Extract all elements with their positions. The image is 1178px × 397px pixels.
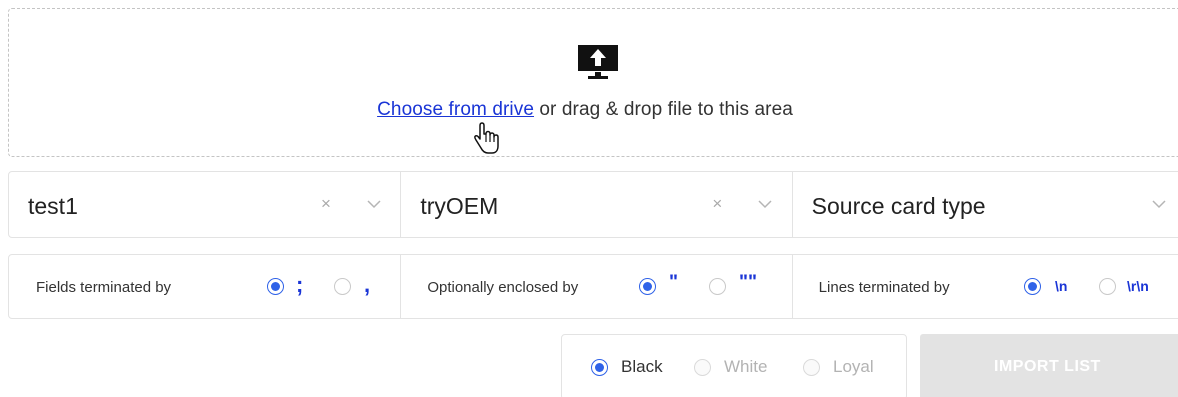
optionally-enclosed-group: Optionally enclosed by — [401, 255, 793, 318]
radio-theme-white — [694, 359, 711, 376]
clear-icon[interactable]: × — [712, 194, 722, 214]
choose-from-drive-link[interactable]: Choose from drive — [377, 99, 534, 120]
lines-terminated-label: Lines terminated by — [818, 279, 950, 296]
select-test-list[interactable]: test1 × — [9, 172, 402, 237]
chevron-down-icon[interactable] — [758, 200, 772, 209]
semicolon-option-label: ; — [296, 272, 304, 297]
theme-black-label: Black — [621, 357, 663, 376]
radio-double-quote[interactable] — [639, 278, 656, 295]
upload-monitor-icon — [578, 45, 618, 79]
file-dropzone[interactable] — [8, 8, 1178, 157]
escaped-quote-option-label: "" — [739, 272, 758, 293]
lf-option-label: \n — [1055, 278, 1068, 294]
optionally-enclosed-label: Optionally enclosed by — [427, 279, 579, 296]
import-list-button[interactable]: IMPORT LIST — [920, 334, 1178, 397]
chevron-down-icon[interactable] — [367, 200, 381, 209]
radio-crlf[interactable] — [1099, 278, 1116, 295]
fields-terminated-label: Fields terminated by — [36, 279, 172, 296]
select-source-card-type[interactable]: Source card type — [793, 172, 1178, 237]
select-value: test1 — [28, 193, 78, 219]
crlf-option-label: \r\n — [1127, 278, 1149, 294]
radio-escaped-quote[interactable] — [709, 278, 726, 295]
import-list-label: IMPORT LIST — [994, 358, 1101, 375]
select-row: test1 × tryOEM × Source card type — [8, 171, 1178, 238]
radio-lf[interactable] — [1024, 278, 1041, 295]
theme-white-label: White — [724, 357, 768, 376]
dropzone-instructions: Choose from drive or drag & drop file to… — [0, 99, 1170, 121]
radio-theme-loyal — [803, 359, 820, 376]
theme-loyal-label: Loyal — [833, 357, 874, 376]
select-value: tryOEM — [420, 193, 499, 219]
select-oem[interactable]: tryOEM × — [401, 172, 793, 237]
lines-terminated-group: Lines terminated by — [793, 255, 1178, 318]
comma-option-label: , — [364, 272, 371, 297]
radio-theme-black[interactable] — [591, 359, 608, 376]
radio-semicolon[interactable] — [267, 278, 284, 295]
select-placeholder: Source card type — [811, 193, 986, 219]
csv-options-row: Fields terminated by Optionally enclosed… — [8, 254, 1178, 319]
clear-icon[interactable]: × — [321, 194, 331, 214]
chevron-down-icon[interactable] — [1152, 200, 1166, 209]
double-quote-option-label: " — [669, 272, 679, 293]
dropzone-hint-text: or drag & drop file to this area — [534, 99, 793, 120]
hand-pointer-icon — [474, 122, 499, 154]
radio-comma[interactable] — [334, 278, 351, 295]
